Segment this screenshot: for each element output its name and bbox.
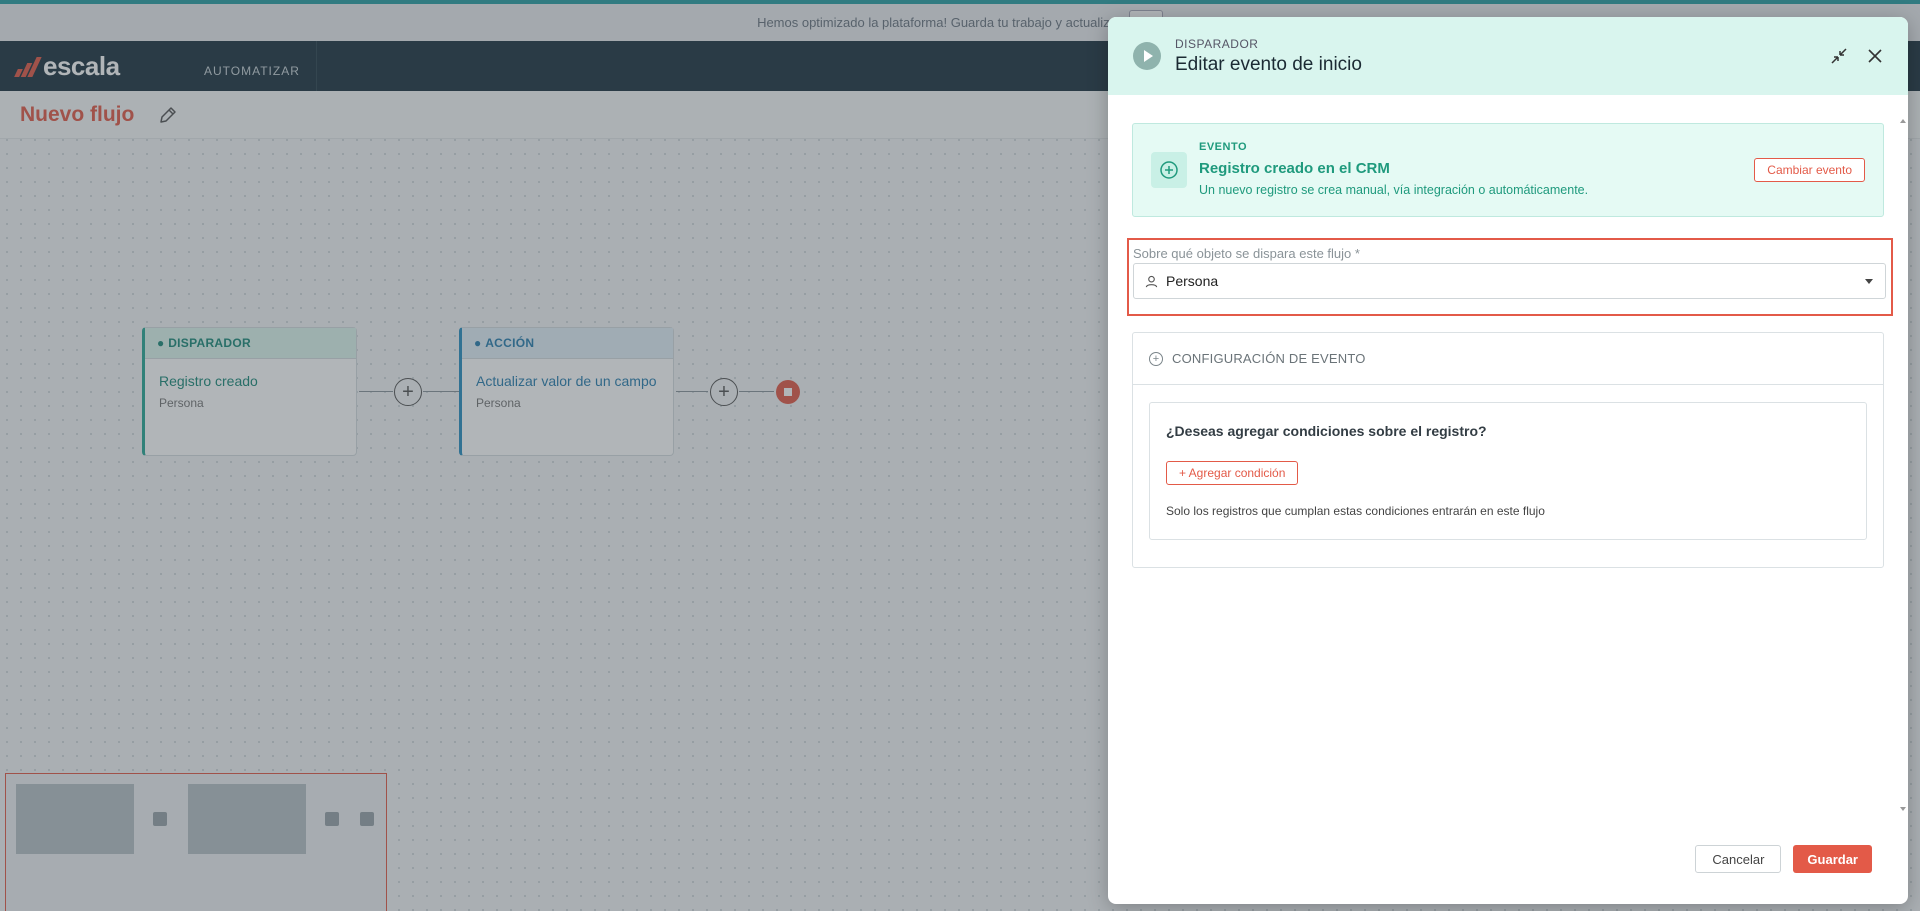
object-select-value: Persona [1166,273,1219,289]
scroll-down-icon[interactable] [1900,807,1906,811]
event-label: EVENTO [1199,141,1248,153]
plus-circle-icon [1151,152,1187,188]
object-select[interactable]: Persona [1133,263,1886,299]
edit-trigger-modal: DISPARADOR Editar evento de inicio EVENT… [1108,17,1908,904]
plus-circle-icon: + [1149,351,1163,366]
modal-title: Editar evento de inicio [1175,53,1362,75]
event-config-card: + CONFIGURACIÓN DE EVENTO ¿Deseas agrega… [1132,332,1884,568]
cancel-button[interactable]: Cancelar [1695,845,1782,873]
modal-eyebrow: DISPARADOR [1175,36,1259,51]
close-icon[interactable] [1864,45,1886,67]
save-button[interactable]: Guardar [1793,845,1872,873]
change-event-button[interactable]: Cambiar evento [1754,158,1865,182]
person-icon [1144,274,1158,288]
event-card: EVENTO Registro creado en el CRM Un nuev… [1132,123,1884,217]
event-name: Registro creado en el CRM [1199,160,1390,177]
conditions-note: Solo los registros que cumplan estas con… [1166,504,1545,518]
event-config-header[interactable]: + CONFIGURACIÓN DE EVENTO [1133,333,1883,385]
add-condition-button[interactable]: + Agregar condición [1166,461,1299,485]
chevron-down-icon[interactable] [1865,279,1873,284]
play-icon [1133,42,1161,70]
scroll-up-icon[interactable] [1900,119,1906,123]
modal-header: DISPARADOR Editar evento de inicio [1108,17,1908,95]
object-field-label: Sobre qué objeto se dispara este flujo * [1133,246,1360,261]
modal-footer: Cancelar Guardar [1695,845,1872,873]
minimize-icon[interactable] [1828,45,1850,67]
conditions-question: ¿Deseas agregar condiciones sobre el reg… [1166,423,1487,439]
object-field-highlight: Sobre qué objeto se dispara este flujo *… [1127,238,1893,316]
event-config-title: CONFIGURACIÓN DE EVENTO [1172,351,1366,366]
event-description: Un nuevo registro se crea manual, vía in… [1199,183,1589,197]
conditions-card: ¿Deseas agregar condiciones sobre el reg… [1149,402,1867,540]
